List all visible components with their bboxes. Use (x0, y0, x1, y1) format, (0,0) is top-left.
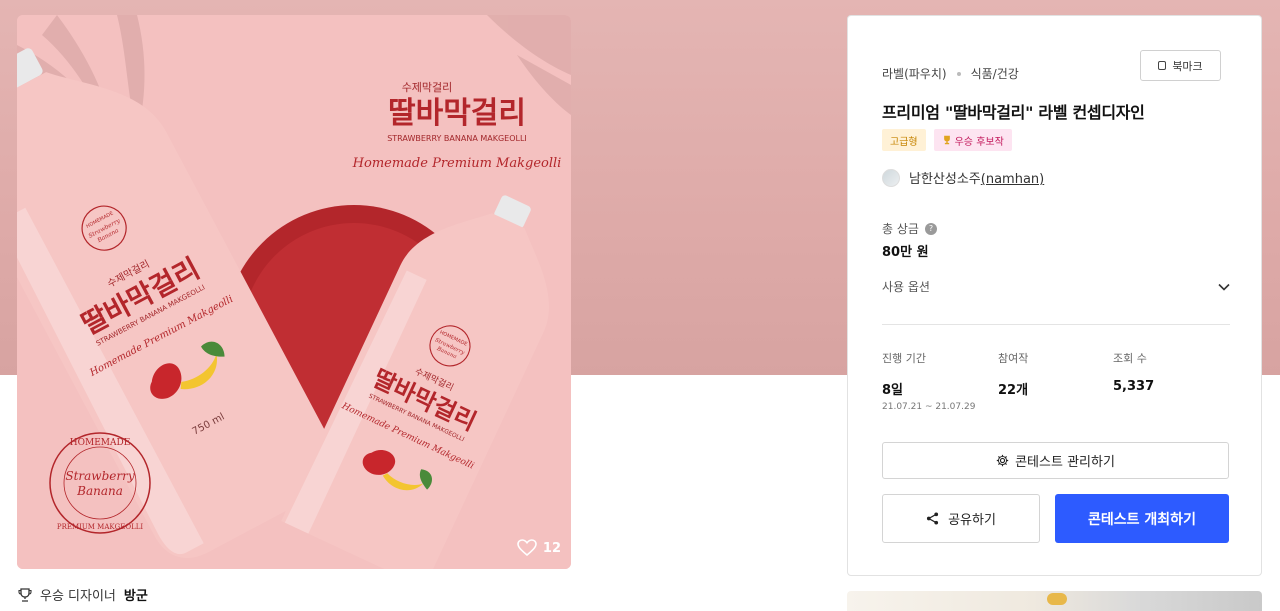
grade-badge: 고급형 (882, 129, 926, 151)
bookmark-label: 북마크 (1172, 59, 1203, 73)
chevron-down-icon (1218, 283, 1230, 291)
participants-label: 참여작 (998, 352, 1029, 365)
prize-label: 총 상금 ? (882, 220, 937, 237)
seal-center-2: Banana (76, 484, 123, 498)
trophy-icon (943, 135, 950, 145)
host-contest-button[interactable]: 콘테스트 개최하기 (1055, 494, 1229, 543)
participants-value: 22개 (998, 383, 1029, 398)
poster-brand: 딸바막걸리 (388, 96, 526, 131)
share-label: 공유하기 (948, 513, 996, 528)
author-name: 남한산성소주 (909, 172, 981, 187)
views-value: 5,337 (1113, 379, 1155, 394)
manage-contest-label: 콘테스트 관리하기 (1015, 455, 1115, 470)
next-card-preview[interactable] (847, 591, 1262, 611)
author-id[interactable]: (namhan) (981, 172, 1044, 187)
product-artwork: 수제막걸리 딸바막걸리 STRAWBERRY BANANA MAKGEOLLI … (17, 15, 571, 569)
author[interactable]: 남한산성소주(namhan) (882, 168, 1044, 187)
like-count: 12 (542, 540, 561, 556)
gear-icon (996, 454, 1009, 467)
like-counter[interactable]: 12 (517, 539, 561, 557)
seal-top-text: HOMEMADE (70, 438, 131, 448)
contest-title: 프리미엄 "딸바막걸리" 라벨 컨셉디자인 (882, 103, 1145, 122)
breadcrumb: 라벨(파우치) 식품/건강 (882, 65, 1019, 82)
winner-designer: 우승 디자이너 방군 (18, 585, 148, 604)
poster-eng: STRAWBERRY BANANA MAKGEOLLI (387, 134, 527, 143)
stat-views: 조회 수 5,337 (1113, 350, 1154, 394)
avatar (882, 168, 900, 187)
manage-contest-button[interactable]: 콘테스트 관리하기 (882, 442, 1229, 479)
prize-value: 80만 원 (882, 245, 929, 260)
trophy-icon (18, 587, 32, 602)
duration-value: 8일 (882, 383, 904, 398)
seal-center-1: Strawberry (65, 469, 134, 483)
divider (882, 324, 1230, 325)
options-label: 사용 옵션 (882, 280, 930, 294)
winner-name[interactable]: 방군 (124, 585, 148, 604)
duration-label: 진행 기간 (882, 352, 926, 365)
stat-participants: 참여작 22개 (998, 350, 1028, 398)
stat-duration: 진행 기간 8일 21.07.21 ~ 21.07.29 (882, 350, 975, 412)
prize-label-text: 총 상금 (882, 222, 919, 236)
poster-script: Homemade Premium Makgeolli (352, 156, 562, 171)
poster-brand-small: 수제막걸리 (402, 81, 453, 94)
contest-info-panel: 라벨(파우치) 식품/건강 북마크 프리미엄 "딸바막걸리" 라벨 컨셉디자인 … (847, 15, 1262, 576)
winner-candidate-badge: 우승 후보작 (933, 129, 1012, 151)
breadcrumb-separator (956, 71, 961, 76)
next-card-thumbnail (1047, 593, 1067, 605)
duration-range: 21.07.21 ~ 21.07.29 (882, 402, 976, 412)
bookmark-icon (1158, 61, 1167, 70)
winner-label: 우승 디자이너 (40, 589, 116, 604)
options-toggle[interactable]: 사용 옵션 (882, 278, 1230, 295)
heart-icon (517, 539, 537, 557)
bookmark-button[interactable]: 북마크 (1140, 50, 1221, 81)
badge-list: 고급형 우승 후보작 (882, 129, 1012, 151)
views-label: 조회 수 (1113, 352, 1147, 365)
seal-bottom-text: PREMIUM MAKGEOLLI (57, 523, 144, 531)
winner-candidate-label: 우승 후보작 (954, 136, 1004, 148)
host-contest-label: 콘테스트 개최하기 (1088, 511, 1196, 528)
contest-image[interactable]: 수제막걸리 딸바막걸리 STRAWBERRY BANANA MAKGEOLLI … (17, 15, 571, 569)
breadcrumb-category[interactable]: 라벨(파우치) (882, 65, 947, 82)
breadcrumb-subcategory[interactable]: 식품/건강 (971, 65, 1019, 82)
share-button[interactable]: 공유하기 (882, 494, 1040, 543)
share-icon (927, 512, 939, 525)
help-icon[interactable]: ? (924, 222, 937, 235)
